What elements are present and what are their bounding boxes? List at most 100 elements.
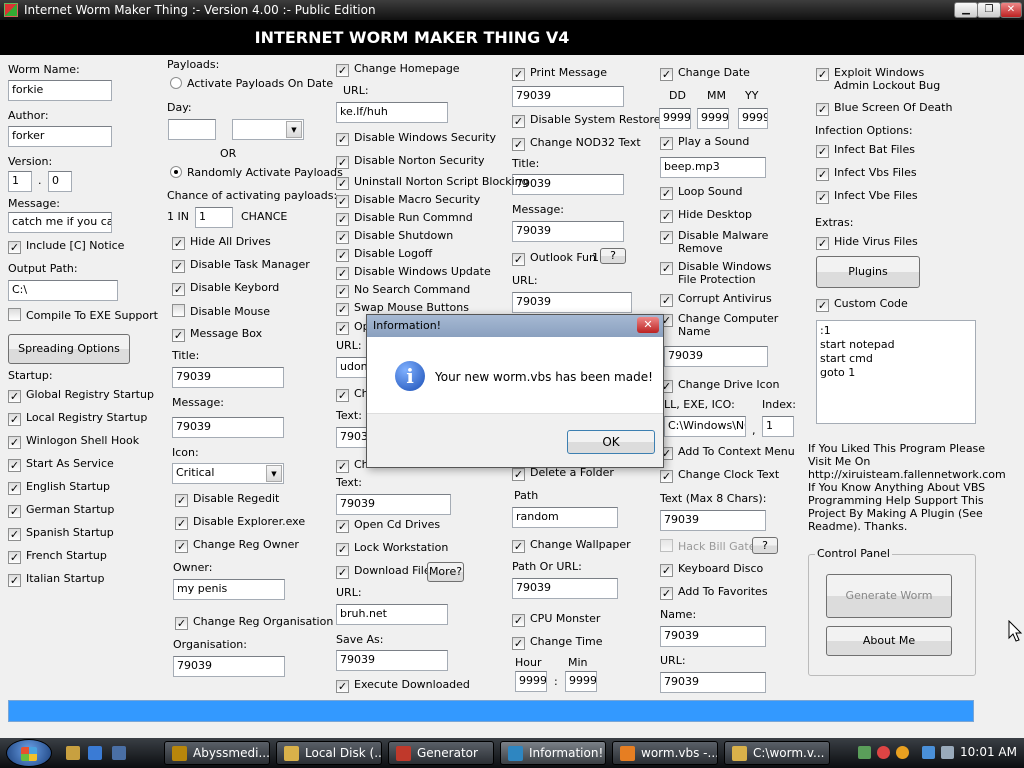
- lock-workstation-checkbox[interactable]: ✓ Lock Workstation: [336, 541, 448, 556]
- disable-explorer-checkbox[interactable]: ✓ Disable Explorer.exe: [175, 515, 305, 530]
- payload-checkbox[interactable]: Disable Mouse: [172, 304, 270, 318]
- msgbox-message-input[interactable]: 79039: [172, 417, 284, 438]
- open-cd-checkbox[interactable]: ✓ Open Cd Drives: [336, 518, 440, 533]
- print-message-input[interactable]: 79039: [512, 86, 624, 107]
- tray-chart-icon[interactable]: [858, 746, 871, 759]
- clock-text-checkbox[interactable]: ✓ Change Clock Text: [660, 468, 779, 483]
- custom-code-textarea[interactable]: :1 start notepad start cmd goto 1: [816, 320, 976, 424]
- payload-checkbox[interactable]: ✓ Message Box: [172, 327, 262, 342]
- outlook-fun-checkbox[interactable]: ✓ Outlook Fun: [512, 251, 596, 266]
- date-mm-input[interactable]: 99999: [697, 108, 729, 129]
- startup-checkbox[interactable]: ✓ Winlogon Shell Hook: [8, 434, 139, 449]
- owner-input[interactable]: my penis: [173, 579, 285, 600]
- fav-url-input[interactable]: 79039: [660, 672, 766, 693]
- corrupt-antivirus-checkbox[interactable]: ✓ Corrupt Antivirus: [660, 292, 772, 307]
- hack-bill-help-button[interactable]: ?: [752, 537, 778, 554]
- security-checkbox[interactable]: ✓ Disable Run Commnd: [336, 211, 473, 226]
- about-me-button[interactable]: About Me: [826, 626, 952, 656]
- msgbox-title-input[interactable]: 79039: [172, 367, 284, 388]
- play-sound-checkbox[interactable]: ✓ Play a Sound: [660, 135, 749, 150]
- taskbar-item[interactable]: Generator: [388, 741, 494, 765]
- infect-checkbox[interactable]: ✓ Infect Vbe Files: [816, 189, 918, 204]
- disable-restore-checkbox[interactable]: ✓ Disable System Restore: [512, 113, 661, 128]
- taskbar-item[interactable]: C:\worm.v...: [724, 741, 830, 765]
- text2-input[interactable]: 79039: [336, 494, 451, 515]
- nod32-checkbox[interactable]: ✓ Change NOD32 Text: [512, 136, 641, 151]
- taskbar-item[interactable]: Local Disk (...: [276, 741, 382, 765]
- randomly-activate-radio[interactable]: Randomly Activate Payloads: [170, 166, 343, 179]
- security-checkbox[interactable]: ✓ Disable Norton Security: [336, 154, 484, 169]
- generate-worm-button[interactable]: Generate Worm: [826, 574, 952, 618]
- security-checkbox[interactable]: ✓ Disable Logoff: [336, 247, 432, 262]
- download-url-input[interactable]: bruh.net: [336, 604, 448, 625]
- security-checkbox[interactable]: ✓ Uninstall Norton Script Blocking: [336, 175, 529, 190]
- change-date-checkbox[interactable]: ✓ Change Date: [660, 66, 750, 81]
- hide-virus-files-checkbox[interactable]: ✓ Hide Virus Files: [816, 235, 918, 250]
- security-checkbox[interactable]: ✓ Disable Shutdown: [336, 229, 453, 244]
- activate-on-date-radio[interactable]: Activate Payloads On Date: [170, 77, 333, 90]
- version-major-input[interactable]: 1: [8, 171, 32, 192]
- nod32-title-input[interactable]: 79039: [512, 174, 624, 195]
- startup-checkbox[interactable]: ✓ Local Registry Startup: [8, 411, 147, 426]
- ok-button[interactable]: OK: [567, 430, 655, 454]
- taskbar-item[interactable]: Abyssmedi...: [164, 741, 270, 765]
- day-select[interactable]: ▼: [232, 119, 304, 140]
- maximize-button[interactable]: ❐: [977, 2, 1001, 18]
- loop-sound-checkbox[interactable]: ✓ Loop Sound: [660, 185, 743, 200]
- include-notice-checkbox[interactable]: ✓ Include [C] Notice: [8, 239, 124, 254]
- delete-path-input[interactable]: random: [512, 507, 618, 528]
- change-time-checkbox[interactable]: ✓ Change Time: [512, 635, 603, 650]
- keyboard-disco-checkbox[interactable]: ✓ Keyboard Disco: [660, 562, 763, 577]
- clock-text-input[interactable]: 79039: [660, 510, 766, 531]
- quicklaunch-desktop-icon[interactable]: [112, 746, 126, 760]
- change-wallpaper-checkbox[interactable]: ✓ Change Wallpaper: [512, 538, 631, 553]
- nod32-message-input[interactable]: 79039: [512, 221, 624, 242]
- min-input[interactable]: 99999: [565, 671, 597, 692]
- disable-regedit-checkbox[interactable]: ✓ Disable Regedit: [175, 492, 279, 507]
- date-dd-input[interactable]: 99999: [659, 108, 691, 129]
- infect-checkbox[interactable]: ✓ Infect Bat Files: [816, 143, 915, 158]
- worm-name-input[interactable]: forkie: [8, 80, 112, 101]
- text1-input[interactable]: 79039: [336, 427, 368, 448]
- date-yy-input[interactable]: 9999: [738, 108, 768, 129]
- author-input[interactable]: forker: [8, 126, 112, 147]
- more-button[interactable]: More?: [427, 562, 464, 582]
- plugins-button[interactable]: Plugins: [816, 256, 920, 288]
- change-reg-org-checkbox[interactable]: ✓ Change Reg Organisation: [175, 615, 333, 630]
- dll-input[interactable]: C:\Windows\NOT: [664, 416, 746, 437]
- tray-search-icon[interactable]: [896, 746, 909, 759]
- minimize-button[interactable]: ▁: [954, 2, 978, 18]
- computer-name-input[interactable]: 79039: [664, 346, 768, 367]
- startup-checkbox[interactable]: ✓ Spanish Startup: [8, 526, 114, 541]
- outlook-url-input[interactable]: 79039: [512, 292, 632, 313]
- hour-input[interactable]: 99999: [515, 671, 547, 692]
- icon-select[interactable]: Critical ▼: [172, 463, 284, 484]
- taskbar-item[interactable]: Information!: [500, 741, 606, 765]
- startup-checkbox[interactable]: ✓ English Startup: [8, 480, 110, 495]
- wallpaper-input[interactable]: 79039: [512, 578, 618, 599]
- spreading-options-button[interactable]: Spreading Options: [8, 334, 130, 364]
- startup-checkbox[interactable]: ✓ Global Registry Startup: [8, 388, 154, 403]
- print-message-checkbox[interactable]: ✓ Print Message: [512, 66, 607, 81]
- close-button[interactable]: ✕: [1000, 2, 1022, 18]
- execute-downloaded-checkbox[interactable]: ✓ Execute Downloaded: [336, 678, 470, 693]
- ch2-checkbox[interactable]: ✓ Ch: [336, 458, 369, 473]
- message-input[interactable]: catch me if you can!: [8, 212, 112, 233]
- quicklaunch-folder-icon[interactable]: [66, 746, 80, 760]
- change-homepage-checkbox[interactable]: ✓ Change Homepage: [336, 62, 460, 77]
- change-reg-owner-checkbox[interactable]: ✓ Change Reg Owner: [175, 538, 299, 553]
- taskbar-item[interactable]: worm.vbs -...: [612, 741, 718, 765]
- outlook-help-button[interactable]: ?: [600, 248, 626, 264]
- index-input[interactable]: 1: [762, 416, 794, 437]
- compile-exe-checkbox[interactable]: Compile To EXE Support: [8, 308, 158, 322]
- day-input[interactable]: [168, 119, 216, 140]
- startup-checkbox[interactable]: ✓ Start As Service: [8, 457, 114, 472]
- bsod-checkbox[interactable]: ✓ Blue Screen Of Death: [816, 101, 952, 116]
- op-checkbox[interactable]: ✓ Op: [336, 320, 370, 335]
- tray-volume-icon[interactable]: [941, 746, 954, 759]
- payload-checkbox[interactable]: ✓ Hide All Drives: [172, 235, 271, 250]
- drive-icon-checkbox[interactable]: ✓ Change Drive Icon: [660, 378, 779, 393]
- cpu-monster-checkbox[interactable]: ✓ CPU Monster: [512, 612, 600, 627]
- startup-checkbox[interactable]: ✓ French Startup: [8, 549, 107, 564]
- delete-folder-checkbox[interactable]: ✓ Delete a Folder: [512, 466, 614, 481]
